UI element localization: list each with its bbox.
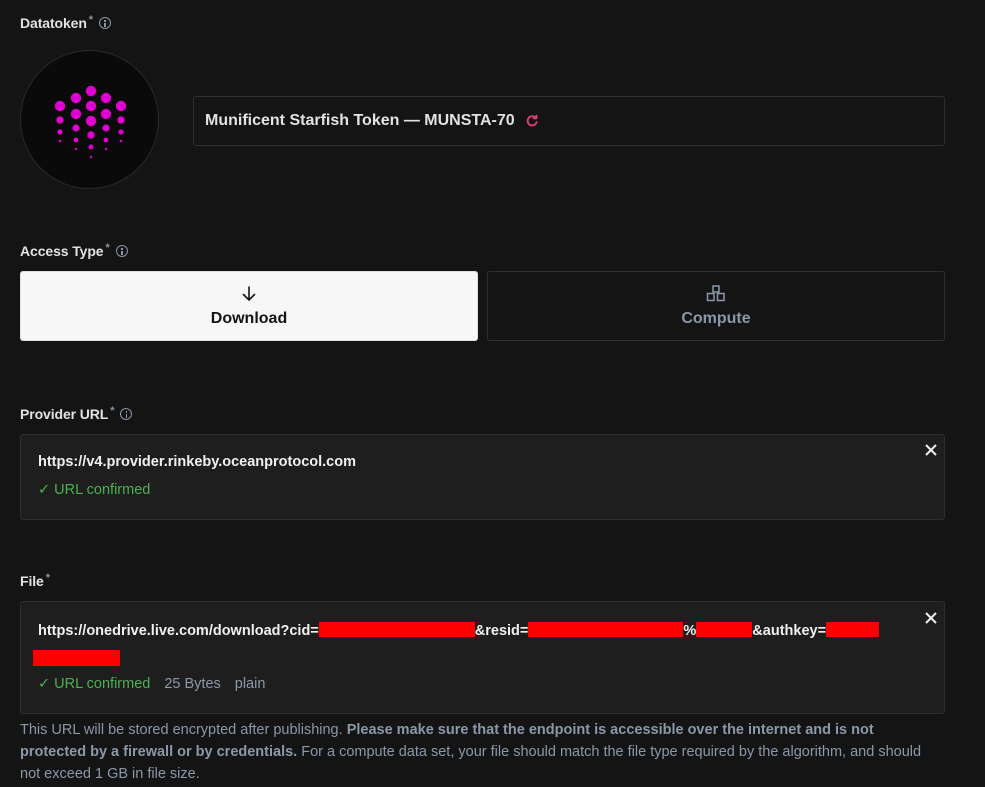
file-content-type: plain	[234, 676, 266, 692]
datatoken-name-field: Munificent Starfish Token — MUNSTA-70	[193, 96, 945, 146]
logo-dot	[85, 85, 97, 97]
redacted-block	[33, 650, 120, 666]
file-label: File *	[20, 572, 50, 589]
file-url-field[interactable]: https://onedrive.live.com/download?cid= &…	[20, 601, 945, 714]
required-mark: *	[45, 572, 50, 584]
datatoken-logo	[20, 50, 159, 189]
help-intro: This URL will be stored encrypted after …	[20, 722, 347, 738]
info-icon[interactable]	[115, 245, 128, 257]
redacted-block	[826, 622, 880, 637]
provider-url-status: ✓ URL confirmed	[38, 482, 151, 498]
file-url-part: &resid=	[474, 623, 529, 639]
logo-dot	[70, 108, 82, 120]
redacted-block	[318, 622, 475, 637]
logo-dot	[58, 139, 62, 143]
provider-url-field[interactable]: https://v4.provider.rinkeby.oceanprotoco…	[20, 434, 945, 520]
access-type-label: Access Type *	[20, 242, 128, 259]
redacted-block	[528, 622, 684, 637]
logo-dot	[54, 100, 66, 112]
logo-dot	[73, 137, 79, 143]
datatoken-dots-icon	[54, 85, 127, 159]
logo-dot	[118, 129, 124, 135]
info-icon[interactable]	[120, 408, 133, 420]
file-status-row: ✓ URL confirmed 25 Bytes plain	[38, 676, 265, 692]
logo-dot	[117, 116, 125, 124]
provider-url-label-text: Provider URL	[20, 406, 109, 422]
logo-dot	[88, 144, 94, 150]
provider-url-value: https://v4.provider.rinkeby.oceanprotoco…	[38, 454, 356, 470]
logo-dot	[115, 100, 127, 112]
info-icon[interactable]	[98, 17, 111, 29]
file-size: 25 Bytes	[164, 676, 221, 692]
close-icon[interactable]	[924, 443, 938, 457]
download-arrow-icon	[240, 284, 258, 304]
logo-dot	[57, 129, 63, 135]
logo-dot	[102, 124, 110, 132]
compute-label: Compute	[681, 310, 751, 327]
compute-blocks-icon	[706, 284, 726, 304]
file-url-part: %	[683, 623, 697, 639]
logo-dot	[100, 92, 112, 104]
logo-dot	[100, 108, 112, 120]
download-label: Download	[210, 310, 288, 327]
datatoken-label-text: Datatoken	[20, 15, 87, 31]
file-help-text: This URL will be stored encrypted after …	[20, 719, 940, 785]
logo-dot	[70, 92, 82, 104]
redacted-block	[696, 622, 753, 637]
logo-dot	[87, 131, 95, 139]
logo-dot	[74, 147, 78, 151]
file-url-part: &authkey=	[752, 623, 827, 639]
required-mark: *	[105, 242, 110, 254]
logo-dot	[104, 147, 108, 151]
file-url-part: https://onedrive.live.com/download?cid=	[38, 623, 319, 639]
refresh-icon[interactable]	[525, 114, 539, 128]
file-url-value: https://onedrive.live.com/download?cid= &…	[38, 622, 880, 639]
logo-dot	[89, 155, 93, 159]
logo-dot	[56, 116, 64, 124]
provider-url-label: Provider URL *	[20, 405, 133, 422]
logo-dot	[119, 139, 123, 143]
close-icon[interactable]	[924, 611, 938, 625]
file-url-status: ✓ URL confirmed	[38, 676, 151, 692]
file-label-text: File	[20, 573, 44, 589]
logo-dot	[85, 100, 97, 112]
logo-dot	[103, 137, 109, 143]
logo-dot	[85, 115, 97, 127]
logo-dot	[72, 124, 80, 132]
access-type-compute-option[interactable]: Compute	[487, 271, 945, 341]
access-type-download-option[interactable]: Download	[20, 271, 478, 341]
datatoken-name: Munificent Starfish Token — MUNSTA-70	[205, 112, 515, 129]
access-type-label-text: Access Type	[20, 243, 104, 259]
required-mark: *	[110, 405, 115, 417]
datatoken-label: Datatoken *	[20, 14, 111, 31]
required-mark: *	[88, 14, 93, 26]
